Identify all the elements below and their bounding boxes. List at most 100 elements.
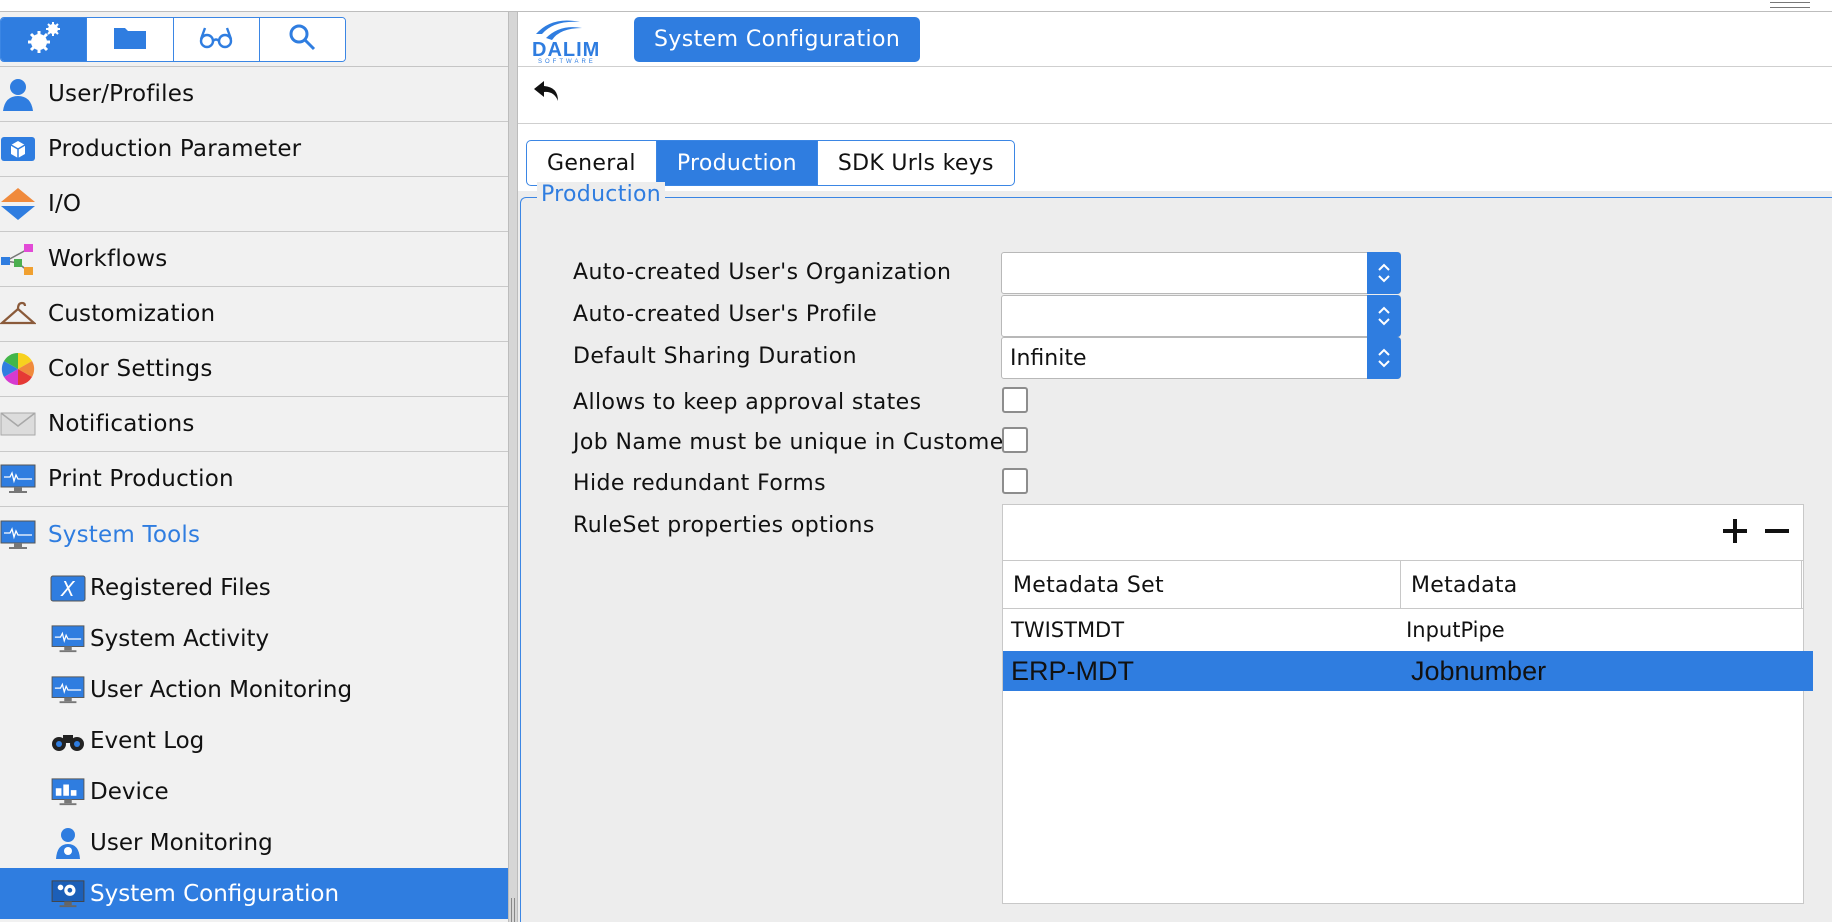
- svg-text:SOFTWARE: SOFTWARE: [538, 59, 596, 64]
- table-row-selected[interactable]: ERP-MDT Jobnumber: [1003, 651, 1813, 691]
- color-wheel-icon: [0, 351, 36, 387]
- org-select[interactable]: [1001, 252, 1401, 294]
- search-icon: [288, 23, 316, 57]
- sidebar-item-label: System Tools: [48, 521, 201, 548]
- unique-job-name-checkbox[interactable]: [1002, 427, 1028, 453]
- window-top-strip: [0, 0, 1832, 12]
- dalim-software-logo: DALIM SOFTWARE: [530, 16, 630, 65]
- column-header-metadata[interactable]: Metadata: [1401, 561, 1802, 609]
- header-bar: DALIM SOFTWARE System Configuration: [518, 12, 1832, 67]
- gears-icon: [26, 20, 62, 60]
- files-mode-button[interactable]: [87, 18, 174, 61]
- sidebar-subitem-device[interactable]: Device: [0, 766, 508, 817]
- sidebar-subitem-system-configuration[interactable]: System Configuration: [0, 868, 508, 919]
- device-monitor-icon: [50, 776, 86, 808]
- monitor-icon: [0, 461, 36, 497]
- column-header-metadata-set[interactable]: Metadata Set: [1003, 561, 1401, 609]
- sidebar-item-label: Notifications: [48, 411, 195, 437]
- ruleset-box: Metadata Set Metadata TWISTMDT InputPipe…: [1002, 504, 1813, 904]
- sidebar-item-label: Workflows: [48, 246, 168, 272]
- hide-forms-label: Hide redundant Forms: [573, 471, 826, 496]
- sidebar-subitem-label: User Monitoring: [90, 829, 273, 856]
- group-title: Production: [537, 182, 666, 207]
- unique-job-name-label: Job Name must be unique in Customer: [573, 430, 1014, 455]
- updown-chevron-icon[interactable]: [1367, 252, 1401, 294]
- hide-forms-checkbox[interactable]: [1002, 468, 1028, 494]
- remove-row-button[interactable]: [1761, 515, 1793, 547]
- mode-switcher: [0, 17, 346, 62]
- sidebar-subitem-user-action-monitoring[interactable]: User Action Monitoring: [0, 664, 508, 715]
- sidebar-subitem-label: Event Log: [90, 727, 205, 754]
- hanger-icon: [0, 296, 36, 332]
- monitor-icon: [50, 674, 86, 706]
- sidebar-splitter[interactable]: [508, 12, 518, 922]
- plus-icon: [1719, 519, 1751, 553]
- production-group: Production Auto-created User's Organizat…: [520, 182, 1832, 922]
- cell-metadata-set: ERP-MDT: [1011, 655, 1134, 686]
- system-config-icon: [50, 878, 86, 910]
- sidebar-item-label: Print Production: [48, 466, 234, 492]
- table-header: Metadata Set Metadata: [1003, 561, 1803, 609]
- minus-icon: [1761, 528, 1793, 553]
- sidebar-subitem-label: System Configuration: [90, 880, 340, 907]
- sidebar-item-label: Color Settings: [48, 356, 213, 382]
- main-panel: DALIM SOFTWARE System Configuration Gene…: [518, 12, 1832, 922]
- splitter-grip[interactable]: [511, 898, 515, 922]
- sidebar-item-customization[interactable]: Customization: [0, 287, 508, 342]
- sidebar-subitem-system-activity[interactable]: System Activity: [0, 613, 508, 664]
- keep-approval-checkbox[interactable]: [1002, 387, 1028, 413]
- sidebar-item-label: Production Parameter: [48, 136, 302, 162]
- review-mode-button[interactable]: [173, 18, 260, 61]
- sidebar-subitem-label: Registered Files: [90, 574, 271, 601]
- sidebar-item-system-tools[interactable]: System Tools: [0, 507, 508, 562]
- sharing-duration-value: Infinite: [1010, 346, 1087, 371]
- tab-sdk-urls-keys[interactable]: SDK Urls keys: [818, 141, 1014, 185]
- package-icon: [0, 131, 36, 167]
- ruleset-table: Metadata Set Metadata TWISTMDT InputPipe…: [1003, 561, 1813, 691]
- window-resize-grip[interactable]: [1770, 2, 1810, 8]
- sidebar-subitem-event-log[interactable]: Event Log: [0, 715, 508, 766]
- settings-mode-button[interactable]: [1, 18, 88, 61]
- org-label: Auto-created User's Organization: [573, 260, 952, 285]
- undo-arrow-icon: [532, 81, 562, 113]
- sidebar-subitem-user-monitoring[interactable]: User Monitoring: [0, 817, 508, 868]
- sidebar-subitem-registered-files[interactable]: X Registered Files: [0, 562, 508, 613]
- sidebar-item-user-profiles[interactable]: User/Profiles: [0, 67, 508, 122]
- profile-select[interactable]: [1001, 295, 1401, 337]
- sidebar-item-label: I/O: [48, 191, 82, 217]
- cell-metadata: InputPipe: [1406, 618, 1505, 642]
- back-button[interactable]: [532, 77, 566, 111]
- svg-text:X: X: [60, 577, 76, 601]
- sidebar-item-notifications[interactable]: Notifications: [0, 397, 508, 452]
- sidebar-item-io[interactable]: I/O: [0, 177, 508, 232]
- sidebar-item-print-production[interactable]: Print Production: [0, 452, 508, 507]
- updown-chevron-icon[interactable]: [1367, 337, 1401, 379]
- glasses-icon: [198, 25, 234, 55]
- sidebar-subitem-label: System Activity: [90, 625, 270, 652]
- page-title: System Configuration: [634, 17, 921, 62]
- sidebar-subitem-label: Device: [90, 778, 169, 805]
- updown-chevron-icon[interactable]: [1367, 295, 1401, 337]
- sidebar-item-workflows[interactable]: Workflows: [0, 232, 508, 287]
- sidebar-item-color-settings[interactable]: Color Settings: [0, 342, 508, 397]
- monitor-icon: [0, 517, 36, 553]
- sharing-duration-label: Default Sharing Duration: [573, 344, 857, 369]
- monitor-icon: [50, 623, 86, 655]
- tab-general[interactable]: General: [527, 141, 657, 185]
- sidebar-item-production-parameter[interactable]: Production Parameter: [0, 122, 508, 177]
- tab-bar: General Production SDK Urls keys: [526, 140, 1015, 186]
- ruleset-toolbar: [1003, 505, 1803, 561]
- sidebar-nav: User/Profiles Production Parameter I/O W…: [0, 67, 508, 919]
- search-mode-button[interactable]: [259, 18, 345, 61]
- table-row[interactable]: TWISTMDT InputPipe: [1003, 609, 1803, 651]
- sharing-duration-select[interactable]: Infinite: [1001, 337, 1401, 379]
- cell-metadata-set: TWISTMDT: [1011, 618, 1125, 642]
- io-arrows-icon: [0, 186, 36, 222]
- keep-approval-label: Allows to keep approval states: [573, 390, 922, 415]
- toolbar: [518, 67, 1832, 124]
- tab-production[interactable]: Production: [656, 141, 818, 185]
- add-row-button[interactable]: [1719, 515, 1751, 547]
- binoculars-icon: [50, 725, 86, 757]
- tabs-row: General Production SDK Urls keys: [518, 124, 1832, 191]
- envelope-icon: [0, 406, 36, 442]
